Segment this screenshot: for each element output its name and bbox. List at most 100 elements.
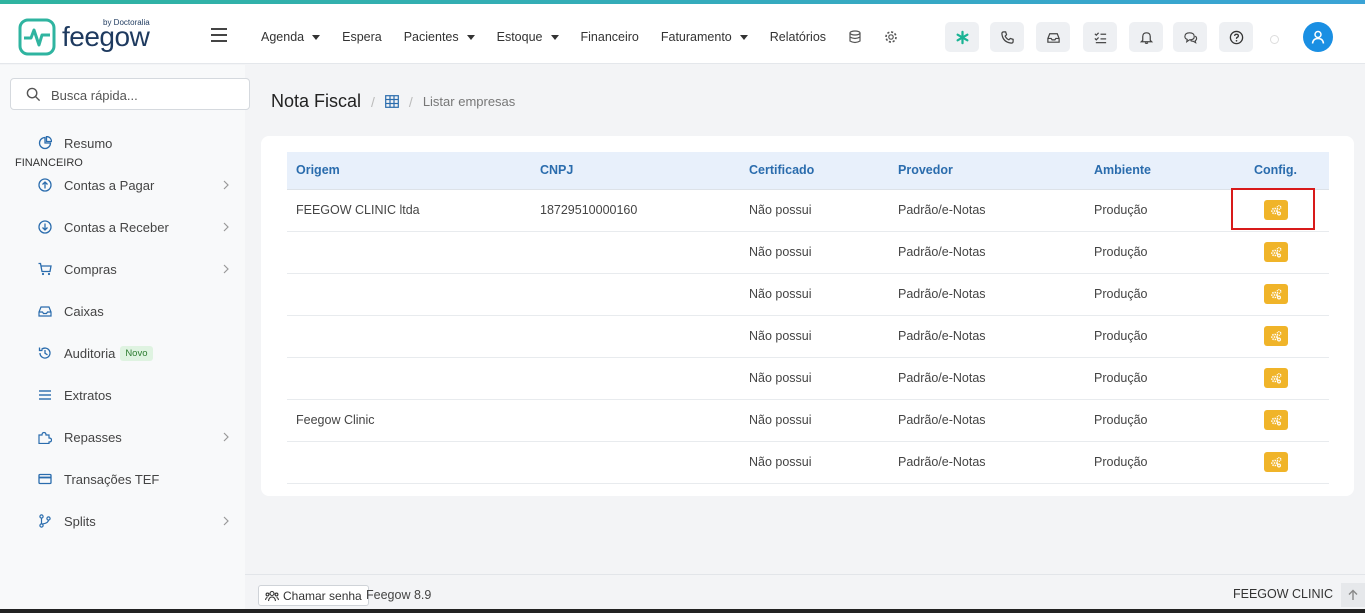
- chevron-right-icon: [223, 432, 229, 442]
- config-button[interactable]: [1263, 242, 1288, 262]
- list-icon: [39, 390, 51, 400]
- header-cnpj[interactable]: CNPJ: [531, 152, 740, 190]
- nav-espera[interactable]: Espera: [342, 30, 382, 44]
- nav-agenda[interactable]: Agenda: [261, 30, 321, 44]
- help-icon: [1229, 30, 1243, 44]
- cell-origem: FEEGOW CLINIC ltda: [287, 189, 531, 232]
- cell-provedor: Padrão/e-Notas: [889, 189, 1085, 232]
- quick-search[interactable]: [10, 78, 250, 110]
- sidebar-item-transacoes-tef[interactable]: Transações TEF: [38, 469, 238, 489]
- database-icon[interactable]: [848, 30, 862, 44]
- chevron-right-icon: [223, 180, 229, 190]
- call-ticket-button[interactable]: Chamar senha: [258, 585, 369, 606]
- chat-button[interactable]: [1173, 22, 1207, 52]
- table-row: Feegow Clinic Não possui Padrão/e-Notas Pro…: [287, 399, 1329, 442]
- sidebar-item-splits[interactable]: Splits: [38, 511, 238, 531]
- config-button[interactable]: [1263, 284, 1288, 304]
- cell-cnpj: 18729510000160: [531, 189, 740, 232]
- sidebar-item-auditoria[interactable]: Auditoria Novo: [38, 343, 238, 363]
- sidebar-item-resumo[interactable]: Resumo: [38, 133, 238, 153]
- gear-icon[interactable]: [884, 30, 898, 44]
- nav-estoque[interactable]: Estoque: [497, 30, 559, 44]
- grid-icon[interactable]: [385, 95, 399, 108]
- help-button[interactable]: [1219, 22, 1253, 52]
- config-button[interactable]: [1263, 410, 1288, 430]
- sidebar-item-contas-a-receber[interactable]: Contas a Receber: [38, 217, 238, 237]
- breadcrumb-separator: /: [408, 93, 413, 110]
- nav-pacientes[interactable]: Pacientes: [404, 30, 475, 44]
- notifications-button[interactable]: [1129, 22, 1163, 52]
- sidebar: FINANCEIRO Resumo Contas a Pagar Contas a …: [0, 65, 250, 613]
- status-indicator: [1270, 35, 1279, 44]
- cell-certificado: Não possui: [740, 441, 889, 484]
- card-icon: [38, 473, 52, 485]
- new-badge: Novo: [120, 345, 153, 361]
- cell-ambiente: Produção: [1085, 189, 1222, 232]
- call-ticket-label: Chamar senha: [283, 588, 362, 603]
- chart-pie-icon: [38, 136, 52, 150]
- cell-certificado: Não possui: [740, 189, 889, 232]
- cell-config: [1222, 273, 1329, 316]
- cell-config: [1222, 315, 1329, 358]
- cell-provedor: Padrão/e-Notas: [889, 441, 1085, 484]
- sidebar-item-contas-a-pagar[interactable]: Contas a Pagar: [38, 175, 238, 195]
- header-origem[interactable]: Origem: [287, 152, 531, 190]
- menu-toggle-icon[interactable]: [211, 28, 227, 46]
- companies-card: Origem CNPJ Certificado Provedor Ambient…: [261, 136, 1354, 496]
- caret-down-icon: [312, 34, 321, 40]
- cell-certificado: Não possui: [740, 399, 889, 442]
- sidebar-item-label: Repasses: [64, 429, 122, 445]
- top-navbar: by Doctoralia feegow Agenda Espera Pacient…: [0, 4, 1365, 64]
- scroll-top-button[interactable]: [1341, 583, 1365, 607]
- nav-financeiro[interactable]: Financeiro: [581, 30, 639, 44]
- table-row: Não possui Padrão/e-Notas Produção: [287, 357, 1329, 400]
- config-button[interactable]: [1263, 452, 1288, 472]
- cogs-icon: [1270, 289, 1281, 300]
- nav-faturamento[interactable]: Faturamento: [661, 30, 748, 44]
- tasks-button[interactable]: [1083, 22, 1117, 52]
- sidebar-item-label: Resumo: [64, 135, 113, 151]
- asterisk-button[interactable]: [945, 22, 979, 52]
- chevron-right-icon: [223, 222, 229, 232]
- nav-label: Faturamento: [660, 30, 732, 44]
- user-avatar[interactable]: [1303, 22, 1333, 52]
- sidebar-item-caixas[interactable]: Caixas: [38, 301, 238, 321]
- companies-table: Origem CNPJ Certificado Provedor Ambient…: [287, 152, 1329, 484]
- config-button[interactable]: [1263, 368, 1288, 388]
- cogs-icon: [1270, 331, 1281, 342]
- cell-config: [1222, 399, 1329, 442]
- search-input[interactable]: [51, 85, 241, 105]
- sidebar-item-repasses[interactable]: Repasses: [38, 427, 238, 447]
- breadcrumb-separator: /: [371, 93, 375, 110]
- nav-relatorios[interactable]: Relatórios: [770, 30, 826, 44]
- header-provedor[interactable]: Provedor: [889, 152, 1085, 190]
- cell-ambiente: Produção: [1085, 315, 1222, 358]
- chevron-right-icon: [223, 264, 229, 274]
- phone-icon: [1000, 30, 1014, 44]
- breadcrumb-current: Listar empresas: [422, 94, 516, 109]
- cell-cnpj: [531, 231, 740, 274]
- inbox-button[interactable]: [1036, 22, 1070, 52]
- caret-down-icon: [550, 34, 559, 40]
- header-certificado[interactable]: Certificado: [740, 152, 889, 190]
- nav-label: Pacientes: [403, 30, 459, 44]
- header-config: Config.: [1222, 152, 1329, 190]
- cell-provedor: Padrão/e-Notas: [889, 273, 1085, 316]
- phone-button[interactable]: [990, 22, 1024, 52]
- cell-cnpj: [531, 441, 740, 484]
- table-row: FEEGOW CLINIC ltda 18729510000160 Não poss…: [287, 189, 1329, 232]
- chevron-right-icon: [223, 516, 229, 526]
- nav-label: Financeiro: [580, 30, 639, 44]
- config-button[interactable]: [1263, 326, 1288, 346]
- header-ambiente[interactable]: Ambiente: [1085, 152, 1222, 190]
- table-row: Não possui Padrão/e-Notas Produção: [287, 273, 1329, 316]
- sidebar-item-extratos[interactable]: Extratos: [38, 385, 238, 405]
- sidebar-item-label: Caixas: [64, 303, 104, 319]
- nav-label: Estoque: [496, 30, 543, 44]
- cell-ambiente: Produção: [1085, 441, 1222, 484]
- nav-label: Agenda: [261, 30, 305, 44]
- sidebar-item-compras[interactable]: Compras: [38, 259, 238, 279]
- cell-origem: [287, 441, 531, 484]
- users-icon: [265, 590, 279, 601]
- breadcrumb: Nota Fiscal / / Listar empresas: [271, 91, 515, 112]
